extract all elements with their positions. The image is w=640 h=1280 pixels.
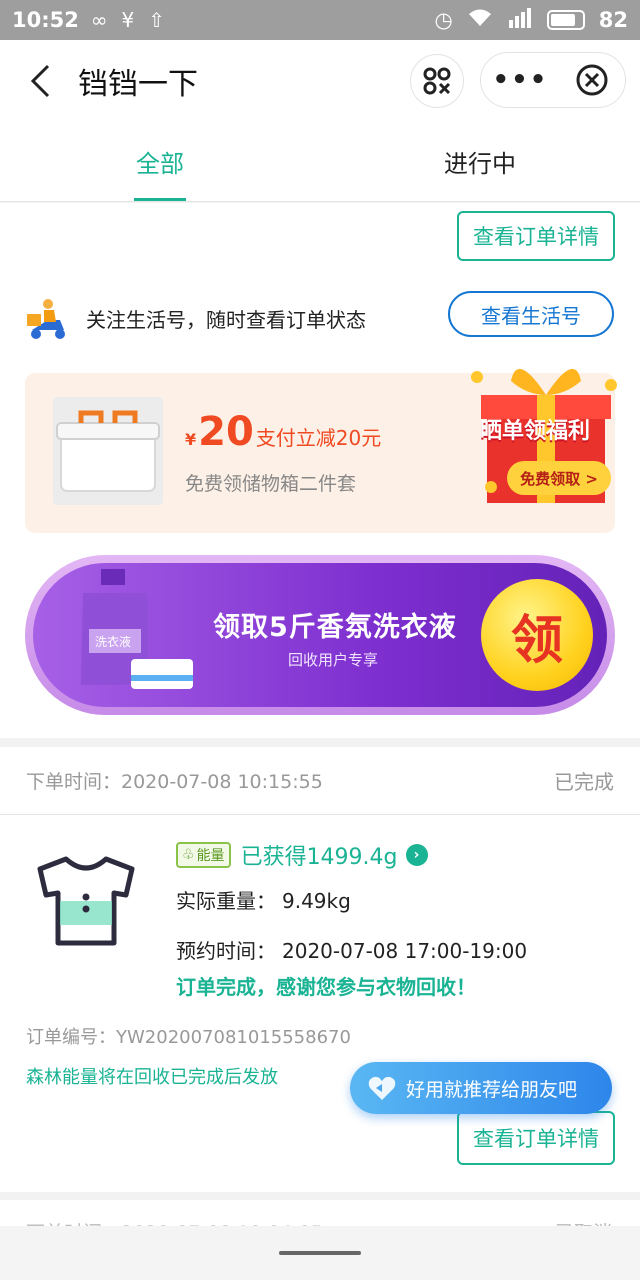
home-indicator[interactable]	[279, 1251, 361, 1255]
banner-title: 领取5斤香氛洗衣液	[213, 612, 457, 643]
bottle-label: 洗衣液	[95, 635, 132, 649]
close-icon	[576, 64, 608, 96]
upload-icon: ⇧	[148, 8, 166, 32]
infinity-icon: ∞	[90, 8, 108, 32]
promo-price: ¥ 20 支付立减20元	[185, 409, 381, 455]
weight-label: 实际重量：	[176, 889, 276, 913]
t-shirt-icon	[37, 856, 135, 946]
order-tabs: 全部 进行中	[0, 122, 640, 202]
view-life-account-button[interactable]: 查看生活号	[448, 291, 614, 337]
scan-button[interactable]	[410, 54, 464, 108]
appointment-label: 预约时间：	[176, 939, 276, 963]
order-time: 下单时间：2020-07-08 10:15:55	[26, 771, 323, 793]
banner-subtitle: 回收用户专享	[288, 651, 379, 669]
leaf-icon: ♧	[182, 847, 195, 863]
battery-icon	[546, 10, 585, 30]
view-order-detail-button-2[interactable]: 查看订单详情	[457, 1111, 615, 1165]
appointment-value: 2020-07-08 17:00-19:00	[282, 939, 528, 963]
appointment-row: 预约时间： 2020-07-08 17:00-19:00	[176, 935, 527, 964]
scan-icon	[423, 67, 451, 95]
recommend-to-friend-button[interactable]: 好用就推荐给朋友吧	[350, 1062, 612, 1114]
tab-in-progress[interactable]: 进行中	[320, 122, 640, 201]
mini-program-capsule: •••	[480, 52, 626, 108]
gift-title: 晒单领福利	[479, 419, 590, 444]
energy-badge: ♧ 能量	[176, 842, 231, 868]
currency-symbol: ¥	[185, 430, 197, 449]
energy-gained: 已获得1499.4g	[240, 845, 398, 870]
heart-share-icon	[368, 1076, 396, 1100]
view-order-detail-button[interactable]: 查看订单详情	[457, 211, 615, 261]
page-title: 铛铛一下	[78, 67, 198, 102]
order-card: 下单时间：2020-07-08 10:15:55 已完成 ♧ 能量 已获得149…	[0, 747, 640, 1192]
free-claim-button[interactable]: 免费领取 >	[507, 461, 611, 495]
wifi-icon	[467, 8, 493, 33]
nav-bar: 铛铛一下 •••	[0, 40, 640, 122]
storage-box-image	[53, 397, 163, 505]
order-header: 下单时间：2020-07-08 10:15:55 已完成	[0, 747, 640, 815]
shield-icon: ¥	[121, 8, 135, 32]
battery-level: 82	[598, 8, 628, 32]
towel-icon	[131, 659, 193, 689]
back-button[interactable]	[10, 51, 70, 111]
promo-amount-text: 支付立减20元	[255, 426, 382, 450]
promo-subtitle: 免费领储物箱二件套	[185, 473, 357, 495]
follow-text: 关注生活号，随时查看订单状态	[86, 307, 366, 332]
status-time: 10:52	[12, 8, 79, 32]
promo-banner[interactable]: ¥ 20 支付立减20元 免费领储物箱二件套 晒单领福利 免费领取 >	[25, 368, 617, 533]
laundry-detergent-banner[interactable]: 洗衣液 领取5斤香氛洗衣液 回收用户专享 领	[25, 555, 615, 715]
order-status: 已完成	[554, 770, 614, 794]
chevron-right-icon[interactable]: ›	[405, 844, 428, 866]
chevron-left-icon	[30, 64, 50, 98]
scooter-courier-icon	[27, 299, 65, 339]
alarm-icon: ◷	[434, 8, 453, 32]
status-bar: 10:52 ∞ ¥ ⇧ ◷ 82	[0, 0, 640, 40]
claim-badge[interactable]: 领	[481, 579, 593, 691]
promo-amount: 20	[198, 409, 254, 455]
signal-icon	[507, 7, 533, 33]
weight-value: 9.49kg	[282, 889, 351, 913]
tab-all[interactable]: 全部	[0, 122, 320, 201]
energy-row[interactable]: ♧ 能量 已获得1499.4g ›	[176, 839, 428, 871]
more-button[interactable]: •••	[481, 65, 560, 95]
top-card: 查看订单详情 关注生活号，随时查看订单状态 查看生活号 ¥ 20 支付立减20元…	[0, 203, 640, 738]
completion-message: 订单完成，感谢您参与衣物回收！	[176, 975, 476, 999]
close-button[interactable]	[560, 63, 625, 97]
banner-inner: 洗衣液 领取5斤香氛洗衣液 回收用户专享 领	[33, 563, 607, 707]
forest-energy-note: 森林能量将在回收已完成后发放	[26, 1067, 278, 1088]
system-nav-bar	[0, 1226, 640, 1280]
weight-row: 实际重量： 9.49kg	[176, 885, 351, 914]
energy-badge-label: 能量	[196, 848, 225, 864]
follow-life-account-row: 关注生活号，随时查看订单状态 查看生活号	[24, 291, 618, 343]
recommend-text: 好用就推荐给朋友吧	[406, 1078, 578, 1101]
order-number: 订单编号：YW202007081015558670	[26, 1027, 351, 1048]
